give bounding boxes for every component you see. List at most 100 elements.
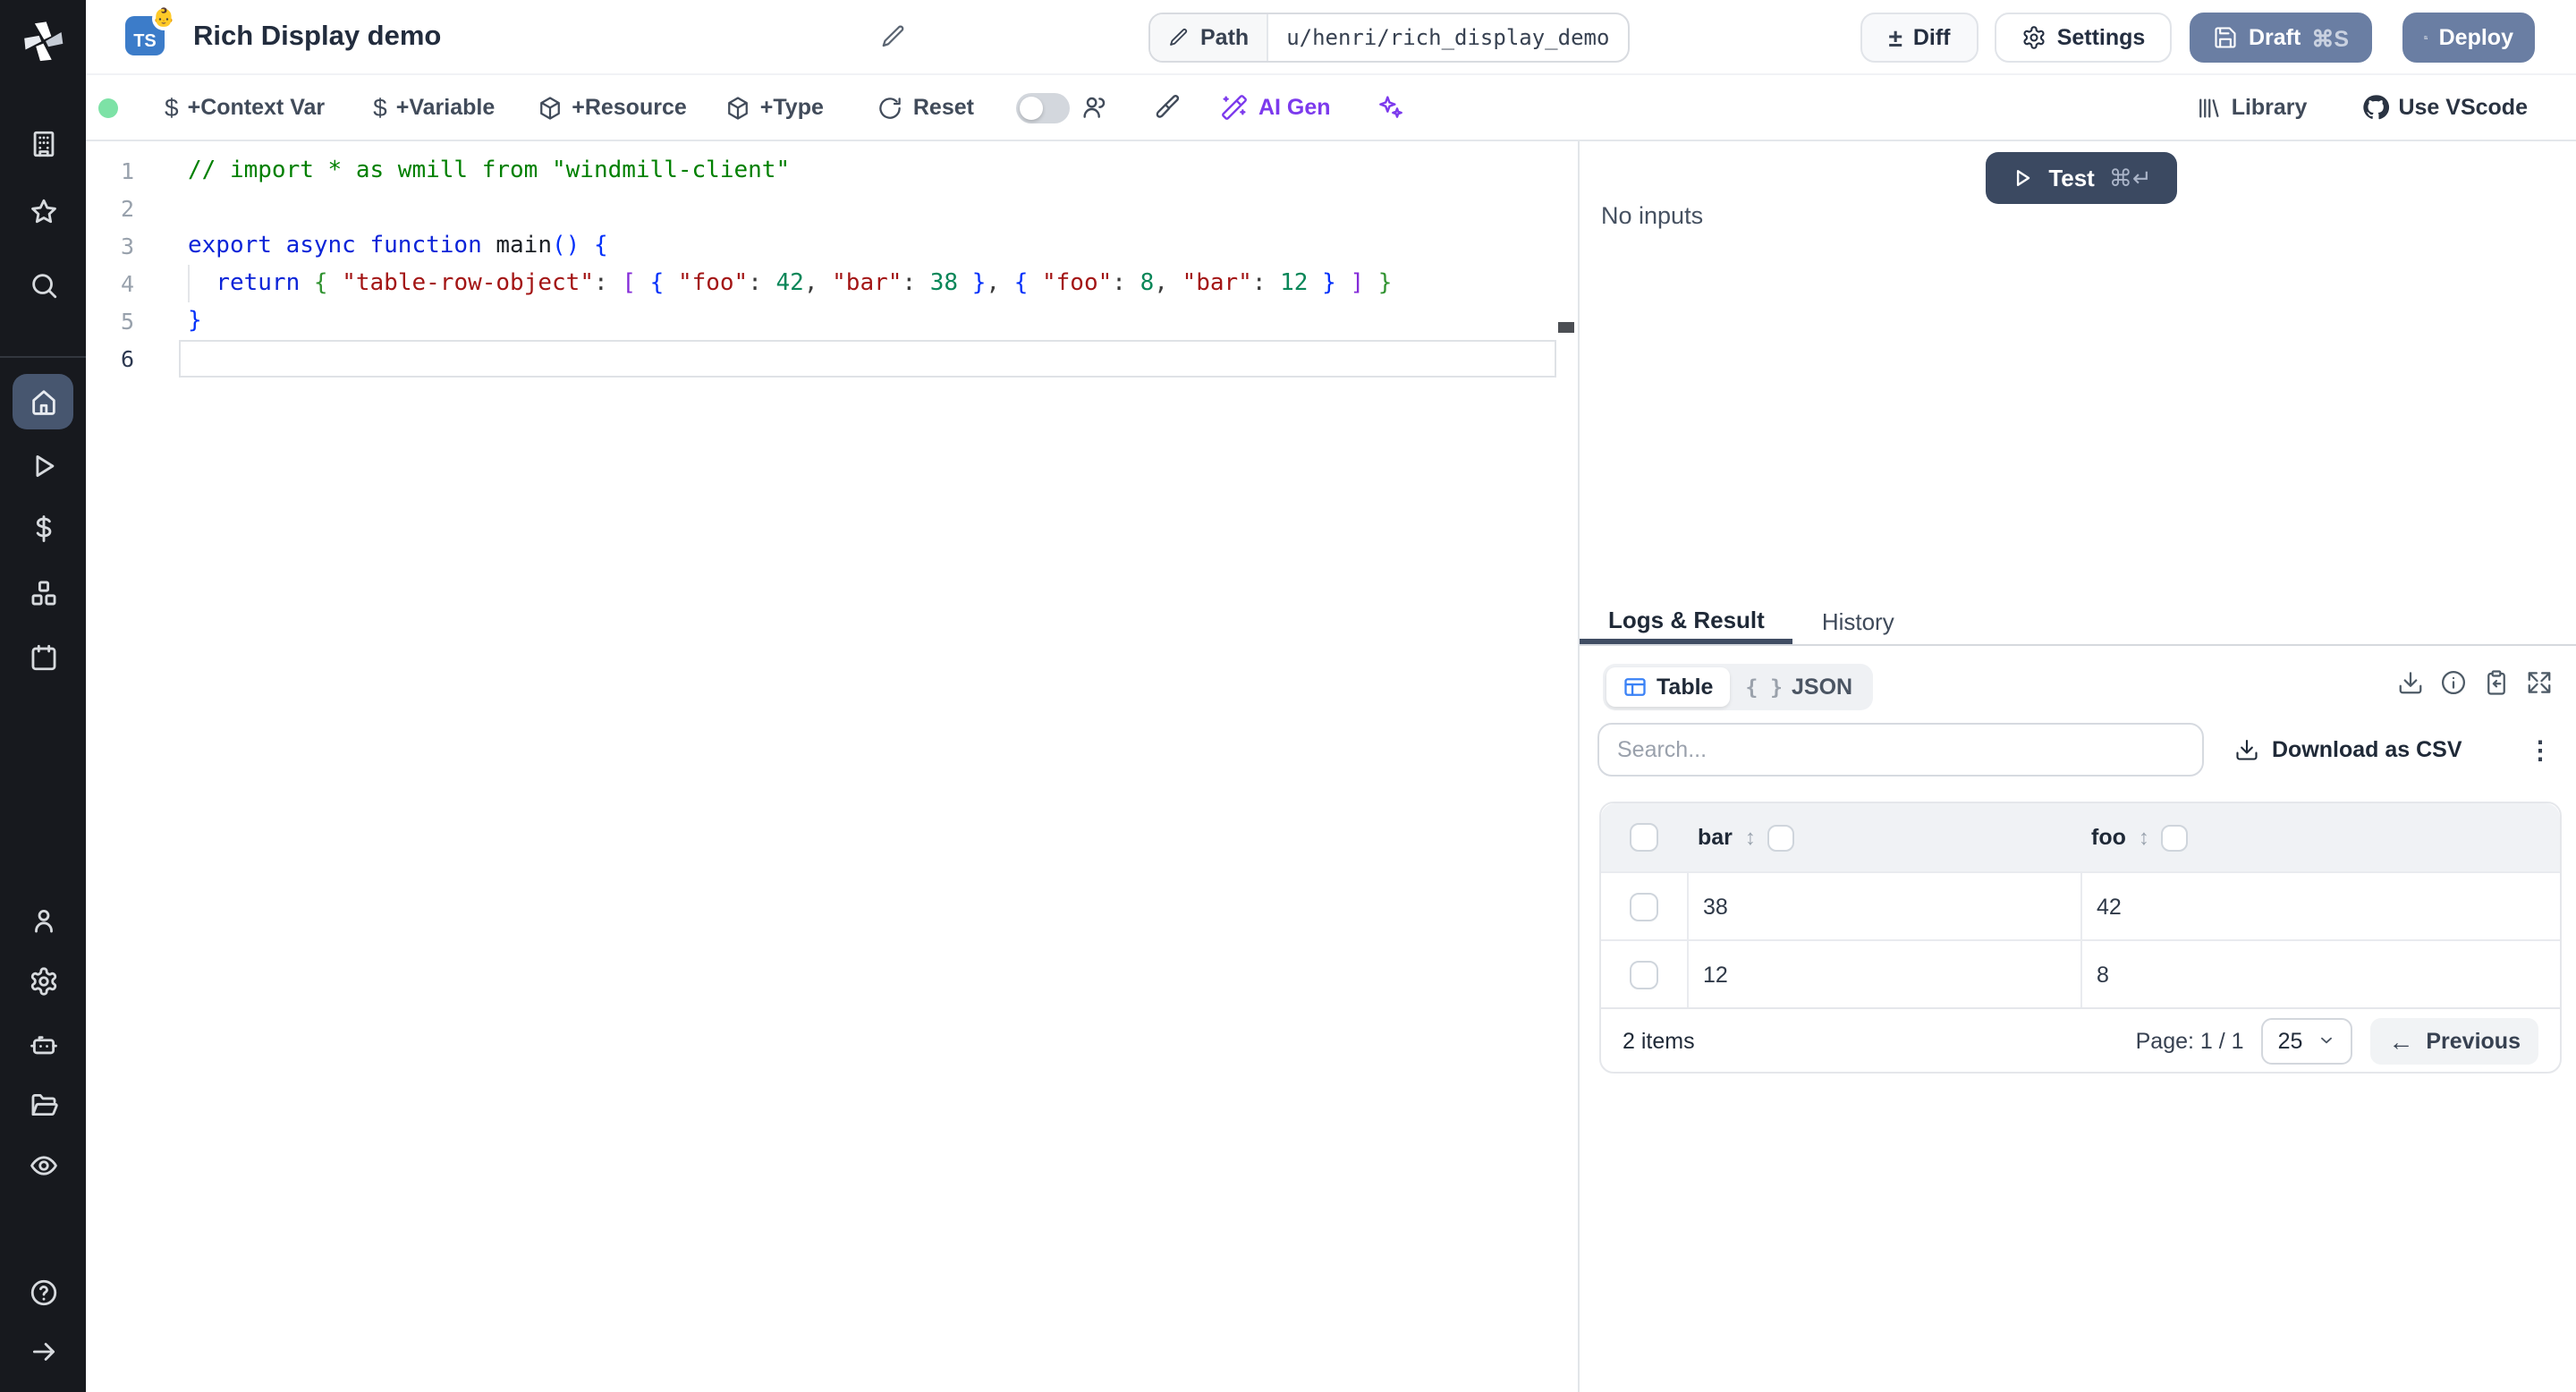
add-resource-button[interactable]: +Resource <box>536 94 687 121</box>
library-button[interactable]: Library <box>2196 94 2307 121</box>
edit-title-pencil-icon[interactable] <box>880 23 907 50</box>
sidebar-item-help[interactable] <box>0 1277 86 1308</box>
column-header-foo[interactable]: foo <box>2091 825 2126 850</box>
library-icon <box>2199 98 2220 117</box>
test-button[interactable]: Test ⌘↵ <box>1986 152 2177 204</box>
sidebar-item-search[interactable] <box>0 270 86 301</box>
kebab-menu-icon[interactable]: ⋮ <box>2521 734 2560 765</box>
reset-button[interactable]: Reset <box>877 94 974 121</box>
sidebar-item-users[interactable] <box>0 905 86 936</box>
table-controls: Download as CSV ⋮ <box>1597 723 2560 777</box>
select-all-checkbox[interactable] <box>1630 823 1658 852</box>
result-tabs: Logs & Result History <box>1580 599 2576 646</box>
use-vscode-button[interactable]: Use VScode <box>2360 93 2528 122</box>
previous-page-button[interactable]: ← Previous <box>2370 1017 2538 1064</box>
sidebar <box>0 0 86 1392</box>
dollar-icon: $ <box>373 93 387 122</box>
sort-icon[interactable]: ↕ <box>2139 825 2149 850</box>
draft-button[interactable]: Draft ⌘S <box>2190 13 2372 63</box>
column-toggle-checkbox[interactable] <box>1767 824 1795 851</box>
sidebar-expand-icon[interactable] <box>0 1337 86 1367</box>
line-number: 2 <box>120 195 134 222</box>
code-line[interactable]: return { "table-row-object": [ { "foo": … <box>188 265 1392 302</box>
status-dot <box>98 98 118 117</box>
play-icon <box>2017 170 2030 186</box>
row-checkbox[interactable] <box>1630 892 1658 921</box>
row-checkbox[interactable] <box>1630 960 1658 989</box>
plus-minus-icon: ± <box>1888 23 1902 52</box>
add-type-button[interactable]: +Type <box>724 94 824 121</box>
line-numbers-gutter: 1 2 3 4 5 6 <box>86 152 134 378</box>
tab-history[interactable]: History <box>1793 599 1923 644</box>
copy-to-clipboard-icon[interactable] <box>2483 669 2510 696</box>
sort-icon[interactable]: ↕ <box>1745 825 1756 850</box>
code-line[interactable] <box>188 340 1392 378</box>
table-icon <box>1624 678 1646 696</box>
code-editor[interactable]: 1 2 3 4 5 6 // import * as wmill from "windmi… <box>86 141 1578 1392</box>
pencil-icon <box>1170 29 1188 46</box>
format-brush-icon[interactable] <box>1153 93 1182 122</box>
editor-toolbar: $ +Context Var $ +Variable +Resource +Ty… <box>86 75 2576 141</box>
table-header: bar ↕ foo ↕ <box>1601 803 2560 871</box>
download-csv-button[interactable]: Download as CSV <box>2234 737 2462 762</box>
view-toggle-json[interactable]: { } JSON <box>1729 667 1868 707</box>
sidebar-item-workers[interactable] <box>0 1029 86 1059</box>
sidebar-item-audit-logs[interactable] <box>0 1150 86 1181</box>
users-icon <box>1084 97 1106 118</box>
sidebar-item-home[interactable] <box>13 374 73 429</box>
table-cell: 38 <box>1687 873 2080 939</box>
column-toggle-checkbox[interactable] <box>2161 824 2189 851</box>
view-toggle-table[interactable]: Table <box>1606 667 1730 707</box>
settings-button[interactable]: Settings <box>1995 13 2172 63</box>
line-number: 3 <box>120 233 134 259</box>
cmd-key-icon: ⌘ <box>2108 164 2132 191</box>
arrow-left-icon: ← <box>2388 1026 2414 1055</box>
code-line[interactable] <box>188 190 1392 227</box>
code-content[interactable]: // import * as wmill from "windmill-clie… <box>188 152 1392 378</box>
tab-logs-result[interactable]: Logs & Result <box>1580 599 1793 644</box>
sidebar-item-folders[interactable] <box>0 1090 86 1120</box>
diff-button[interactable]: ± Diff <box>1860 13 1979 63</box>
script-emoji-badge: 👶 <box>152 7 175 30</box>
sidebar-item-workspace[interactable] <box>0 129 86 159</box>
table-row: 12 8 <box>1601 939 2560 1007</box>
path-field[interactable]: Path u/henri/rich_display_demo <box>1148 13 1630 63</box>
code-line[interactable]: // import * as wmill from "windmill-clie… <box>188 152 1392 190</box>
info-icon[interactable] <box>2440 669 2467 696</box>
package-icon <box>727 96 748 119</box>
table-cell: 8 <box>2080 941 2560 1007</box>
result-action-icons <box>2397 669 2553 696</box>
sparkles-icon[interactable] <box>1376 93 1404 122</box>
scrollbar-marker[interactable] <box>1558 322 1574 333</box>
sidebar-item-settings[interactable] <box>0 966 86 997</box>
github-icon <box>2362 95 2389 120</box>
page-info: Page: 1 / 1 <box>2135 1028 2244 1053</box>
gear-icon <box>2023 26 2045 49</box>
ai-gen-button[interactable]: AI Gen <box>1221 93 1331 122</box>
line-number: 4 <box>120 270 134 297</box>
add-context-var-button[interactable]: $ +Context Var <box>165 93 325 122</box>
sidebar-item-resources[interactable] <box>0 578 86 608</box>
assistant-toggle[interactable] <box>1016 92 1071 123</box>
sidebar-item-favorites[interactable] <box>0 197 86 227</box>
sidebar-item-variables[interactable] <box>0 514 86 544</box>
code-line[interactable]: export async function main() { <box>188 227 1392 265</box>
column-header-bar[interactable]: bar <box>1698 825 1733 850</box>
windmill-logo-icon[interactable] <box>0 18 86 64</box>
collaborators-icon[interactable] <box>1081 93 1110 122</box>
magic-wand-icon <box>1223 95 1248 120</box>
save-icon <box>2215 27 2236 48</box>
braces-icon: { } <box>1745 675 1784 700</box>
deploy-button[interactable]: Deploy <box>2402 13 2535 63</box>
search-input[interactable] <box>1597 723 2204 777</box>
code-line[interactable]: } <box>188 302 1392 340</box>
fullscreen-icon[interactable] <box>2526 669 2553 696</box>
page-size-select[interactable]: 25 <box>2261 1017 2353 1064</box>
download-result-icon[interactable] <box>2397 669 2424 696</box>
typescript-icon: TS 👶 <box>125 7 175 59</box>
path-label: Path <box>1200 25 1250 50</box>
sidebar-item-runs[interactable] <box>0 451 86 481</box>
add-variable-button[interactable]: $ +Variable <box>373 93 495 122</box>
no-inputs-label: No inputs <box>1601 202 1704 229</box>
sidebar-item-schedules[interactable] <box>0 642 86 673</box>
